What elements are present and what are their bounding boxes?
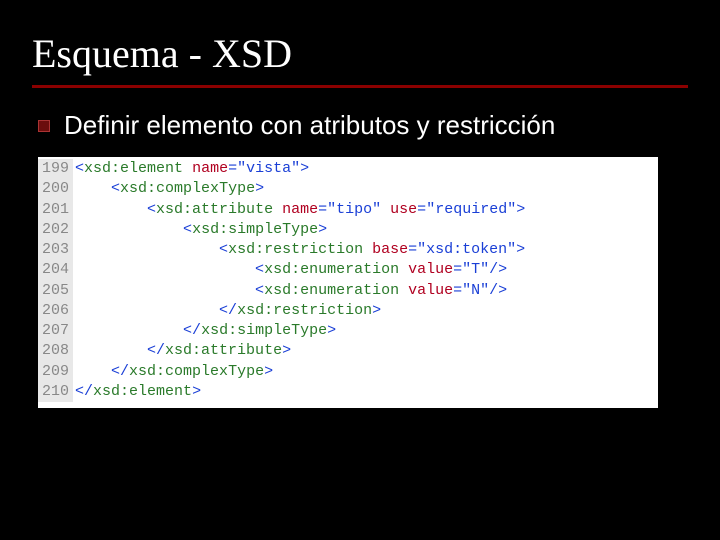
line-number: 209	[42, 362, 69, 382]
line-number: 210	[42, 382, 69, 402]
code-line: </xsd:restriction>	[75, 301, 525, 321]
line-number: 201	[42, 200, 69, 220]
code-line: </xsd:attribute>	[75, 341, 525, 361]
line-number: 206	[42, 301, 69, 321]
code-snippet: 199200201202203204205206207208209210 <xs…	[38, 157, 658, 408]
code-line: <xsd:attribute name="tipo" use="required…	[75, 200, 525, 220]
line-number: 203	[42, 240, 69, 260]
code-line: <xsd:element name="vista">	[75, 159, 525, 179]
slide-title: Esquema - XSD	[32, 30, 688, 83]
bullet-text: Definir elemento con atributos y restric…	[64, 110, 555, 141]
line-number: 199	[42, 159, 69, 179]
title-underline	[32, 85, 688, 88]
line-number: 202	[42, 220, 69, 240]
code-content: <xsd:element name="vista"> <xsd:complexT…	[73, 159, 525, 402]
line-number: 200	[42, 179, 69, 199]
line-number: 207	[42, 321, 69, 341]
code-line: <xsd:restriction base="xsd:token">	[75, 240, 525, 260]
code-line: <xsd:complexType>	[75, 179, 525, 199]
code-line: </xsd:complexType>	[75, 362, 525, 382]
line-number: 205	[42, 281, 69, 301]
line-number: 204	[42, 260, 69, 280]
code-line: <xsd:enumeration value="T"/>	[75, 260, 525, 280]
code-line: <xsd:simpleType>	[75, 220, 525, 240]
bullet-square-icon	[38, 120, 50, 132]
line-number-gutter: 199200201202203204205206207208209210	[38, 159, 73, 402]
bullet-item: Definir elemento con atributos y restric…	[38, 110, 688, 141]
code-line: </xsd:simpleType>	[75, 321, 525, 341]
line-number: 208	[42, 341, 69, 361]
code-line: <xsd:enumeration value="N"/>	[75, 281, 525, 301]
slide: Esquema - XSD Definir elemento con atrib…	[0, 0, 720, 540]
code-line: </xsd:element>	[75, 382, 525, 402]
